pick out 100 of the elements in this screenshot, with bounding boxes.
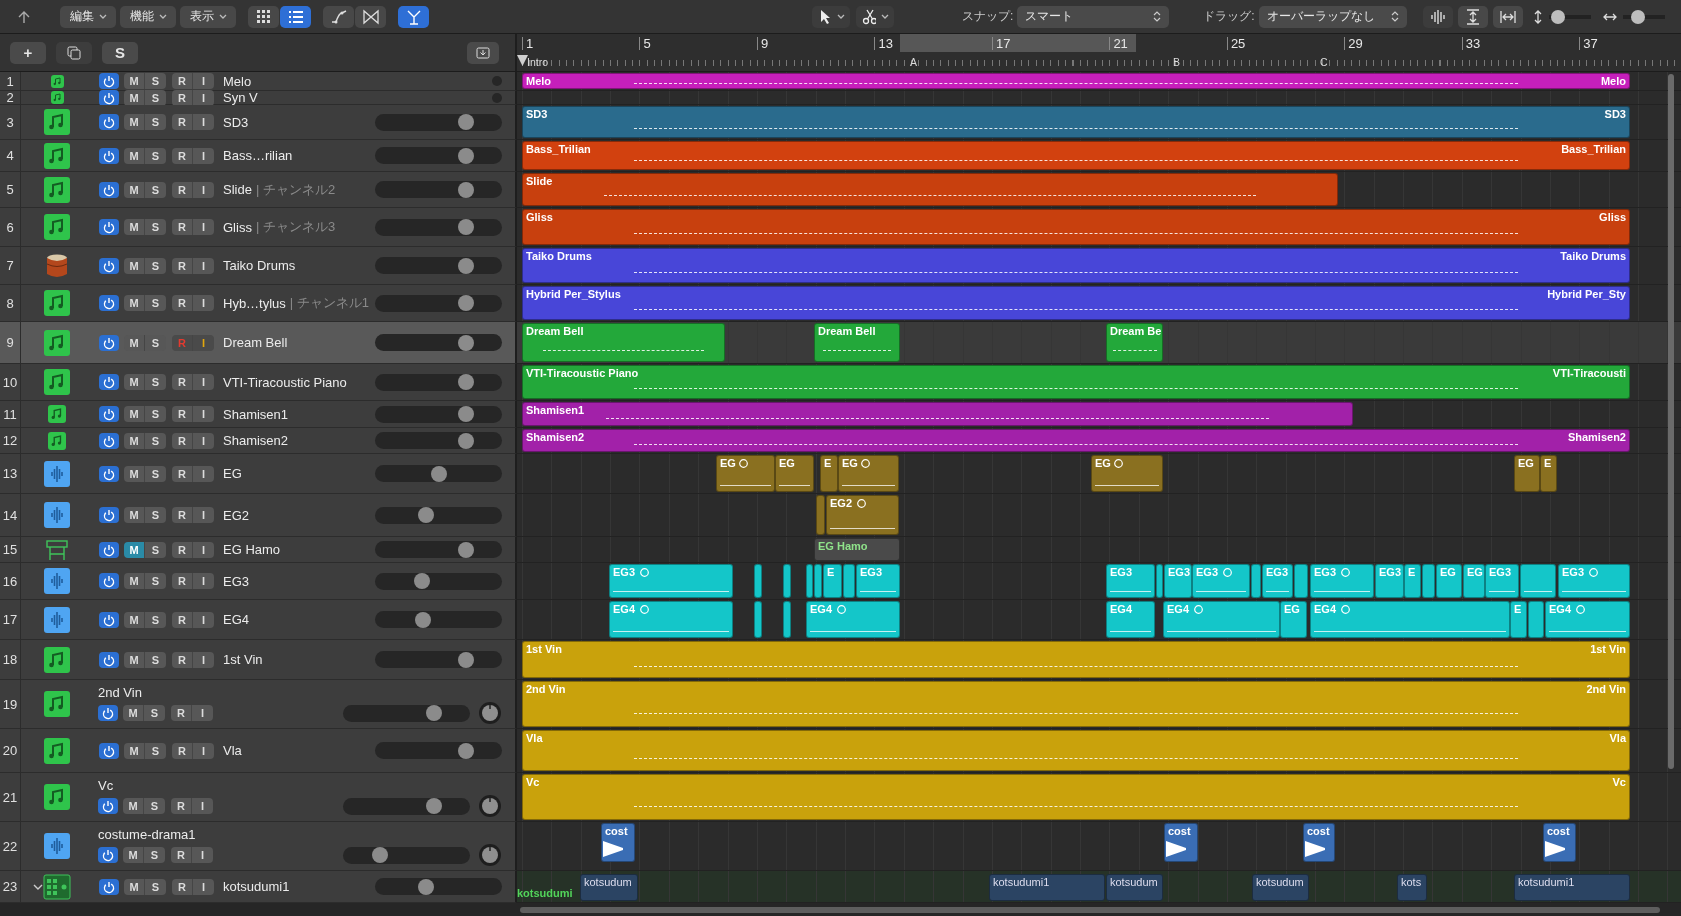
input-monitor-button[interactable]: I [193, 742, 214, 759]
menu-button[interactable]: 編集 [60, 5, 116, 28]
input-monitor-button[interactable]: I [193, 465, 214, 482]
track-header[interactable]: 15 M S R I EG Hamo [0, 537, 517, 563]
input-monitor-button[interactable]: I [193, 573, 214, 589]
solo-button[interactable]: S [145, 295, 166, 311]
grid-view-button[interactable] [248, 5, 279, 28]
volume-slider[interactable] [375, 405, 502, 423]
audio-region[interactable]: cost [1164, 823, 1198, 862]
mute-button[interactable]: M [124, 114, 145, 130]
record-button[interactable]: R [172, 181, 193, 198]
track-header[interactable]: 22 costume-drama1 M S R I [0, 822, 517, 871]
slider-thumb[interactable] [458, 334, 475, 351]
solo-button[interactable]: S [145, 611, 166, 628]
track-header[interactable]: 14 M S R I EG2 [0, 494, 517, 537]
scissors-tool-button[interactable] [856, 5, 894, 28]
slider-thumb[interactable] [458, 742, 475, 759]
input-monitor-button[interactable]: I [193, 611, 214, 628]
solo-button[interactable]: S [145, 406, 166, 422]
mute-button[interactable]: M [124, 742, 145, 759]
input-monitor-button[interactable]: I [193, 406, 214, 422]
input-monitor-button[interactable]: I [193, 147, 214, 164]
solo-button[interactable]: S [145, 507, 166, 523]
mute-button[interactable]: M [124, 257, 145, 274]
power-button[interactable] [99, 257, 119, 274]
mute-button[interactable]: M [124, 465, 145, 482]
midi-region[interactable]: Melo Melo [522, 73, 1630, 89]
power-button[interactable] [99, 147, 119, 164]
slider-thumb[interactable] [458, 295, 475, 311]
mute-button[interactable]: M [124, 147, 145, 164]
volume-slider[interactable] [375, 651, 502, 668]
midi-region[interactable]: Dream Bell [522, 323, 725, 362]
audio-region[interactable]: EG2 [826, 495, 899, 535]
record-button[interactable]: R [172, 573, 193, 589]
slider-thumb[interactable] [458, 219, 475, 235]
midi-region[interactable]: Dream Bell [814, 323, 900, 362]
track-header[interactable]: 23 M S R I kotsudumi1 [0, 871, 517, 903]
audio-region[interactable] [843, 564, 855, 598]
pan-knob[interactable] [478, 701, 502, 725]
volume-slider[interactable] [375, 611, 502, 628]
input-monitor-button[interactable]: I [193, 432, 214, 449]
input-monitor-button[interactable]: I [193, 651, 214, 668]
slider-thumb[interactable] [458, 147, 475, 164]
track-header[interactable]: 13 M S R I EG [0, 454, 517, 494]
mute-button[interactable]: M [124, 878, 145, 895]
drag-dropdown[interactable]: オーバーラップなし [1258, 5, 1407, 28]
volume-slider[interactable] [375, 572, 502, 590]
track-header[interactable]: 9 M S R I Dream Bell [0, 322, 517, 364]
record-button[interactable]: R [172, 73, 193, 89]
midi-region[interactable]: Bass_Trilian Bass_Trilian [522, 141, 1630, 170]
mute-button[interactable]: M [124, 181, 145, 198]
volume-slider[interactable] [375, 541, 502, 558]
midi-region[interactable]: Gliss Gliss [522, 209, 1630, 245]
power-button[interactable] [99, 541, 119, 558]
input-monitor-button[interactable]: I [193, 219, 214, 235]
solo-button[interactable]: S [144, 847, 165, 863]
flex-view-button[interactable] [398, 5, 429, 28]
audio-region[interactable] [1528, 601, 1544, 638]
mute-button[interactable]: M [124, 295, 145, 311]
record-button[interactable]: R [172, 465, 193, 482]
track-header[interactable]: 16 M S R I EG3 [0, 563, 517, 600]
input-monitor-button[interactable]: I [193, 181, 214, 198]
record-button[interactable]: R [171, 798, 192, 814]
slider-thumb[interactable] [371, 847, 388, 863]
pattern-region[interactable]: kotsudum [1252, 874, 1309, 901]
mute-button[interactable]: M [124, 432, 145, 449]
volume-slider[interactable] [343, 704, 470, 722]
mute-button[interactable]: M [124, 573, 145, 589]
audio-region[interactable] [1422, 564, 1435, 598]
record-button[interactable]: R [172, 432, 193, 449]
track-header[interactable]: 19 2nd Vin M S R I [0, 680, 517, 729]
header-tool-button[interactable]: + [10, 41, 46, 64]
pan-knob[interactable] [478, 843, 502, 867]
record-button[interactable]: R [172, 611, 193, 628]
volume-slider[interactable] [375, 334, 502, 351]
solo-button[interactable]: S [145, 147, 166, 164]
volume-slider[interactable] [375, 218, 502, 236]
slider-thumb[interactable] [426, 798, 443, 814]
audio-region[interactable] [1156, 564, 1163, 598]
pattern-region[interactable]: kotsudum [580, 874, 638, 901]
input-monitor-button[interactable]: I [193, 295, 214, 311]
pattern-region[interactable]: kotsudumi1 [1514, 874, 1630, 901]
record-button[interactable]: R [172, 374, 193, 390]
record-button[interactable]: R [172, 878, 193, 895]
waveform-zoom-button[interactable] [1422, 5, 1453, 28]
input-monitor-button[interactable]: I [193, 257, 214, 274]
track-header[interactable]: 6 M S R I Gliss | チャンネル3 [0, 208, 517, 247]
list-view-button[interactable] [280, 5, 311, 28]
record-button[interactable]: R [172, 651, 193, 668]
power-button[interactable] [98, 847, 118, 863]
scrollbar-thumb[interactable] [1668, 74, 1674, 769]
input-monitor-button[interactable]: I [193, 507, 214, 523]
solo-button[interactable]: S [145, 219, 166, 235]
midi-region[interactable]: Dream Be [1106, 323, 1163, 362]
track-header[interactable]: 11 M S R I Shamisen1 [0, 401, 517, 428]
pattern-region[interactable]: kots [1397, 874, 1427, 901]
marker-label[interactable]: C [1320, 56, 1328, 68]
midi-region[interactable]: Shamisen2 Shamisen2 [522, 429, 1630, 452]
power-button[interactable] [99, 406, 119, 422]
power-button[interactable] [98, 798, 118, 814]
